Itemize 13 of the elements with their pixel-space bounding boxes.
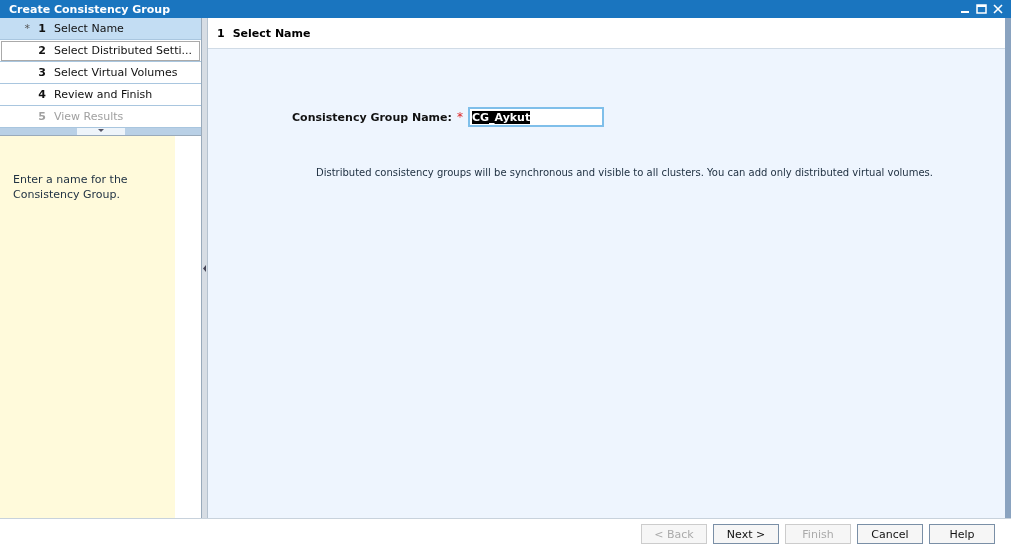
step-item[interactable]: * 1 Select Name [0, 18, 201, 40]
required-mark: * [456, 110, 463, 124]
close-button[interactable] [993, 4, 1003, 14]
info-note: Distributed consistency groups will be synchronous and visible to all clusters. You can add only distributed virtual volumes. [316, 167, 934, 178]
field-label: Consistency Group Name: [292, 110, 452, 124]
help-text: Enter a name for the Consistency Group. [0, 136, 175, 518]
maximize-button[interactable] [976, 4, 987, 14]
wizard-button[interactable]: Cancel [857, 524, 923, 544]
step-item[interactable]: 2 Select Distributed Setti... [0, 40, 201, 62]
wizard-button[interactable]: Help [929, 524, 995, 544]
name-input-field[interactable]: CG_Aykut [467, 107, 604, 127]
window-title: Create Consistency Group [9, 2, 171, 16]
wizard-button[interactable]: Next > [713, 524, 779, 544]
